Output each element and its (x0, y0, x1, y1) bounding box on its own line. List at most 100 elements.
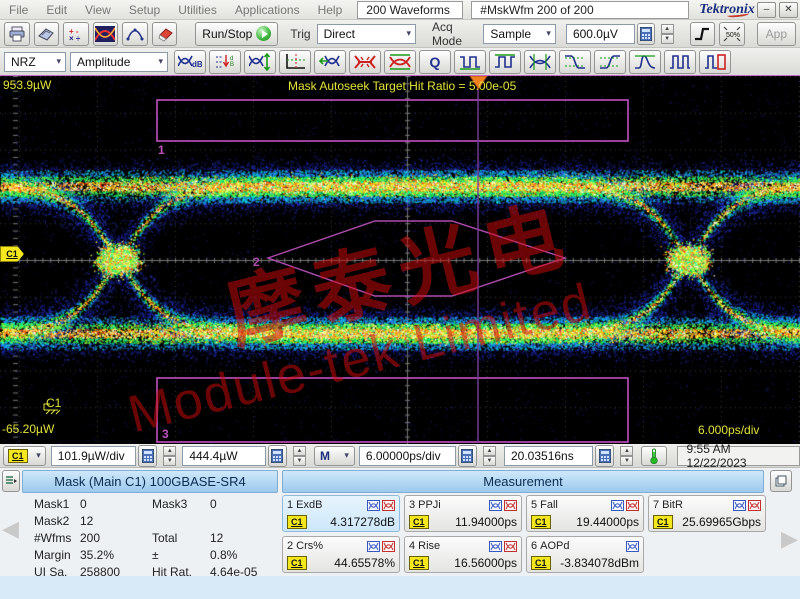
spin-up-icon[interactable]: ▲ (483, 446, 496, 456)
meas-pulse-train-button[interactable] (664, 50, 696, 74)
trigger-slope-button[interactable] (690, 22, 716, 46)
save-button[interactable] (34, 22, 60, 46)
meas-eye-blue-icon[interactable] (611, 500, 624, 511)
measurement-tile-bitr[interactable]: 7 BitR C1 25.69965Gbps (648, 495, 766, 532)
menu-utilities[interactable]: Utilities (169, 3, 226, 17)
menu-setup[interactable]: Setup (120, 3, 169, 17)
horizontal-scale-field[interactable]: 6.00000ps/div (359, 446, 456, 466)
measurement-panel-detach-button[interactable] (770, 470, 792, 492)
meas-source-badge: C1 (409, 515, 429, 529)
mask-test-button[interactable] (93, 22, 119, 46)
chevron-down-icon: ▾ (36, 450, 41, 461)
trigger-level-spinner[interactable]: ▲ ▼ (661, 24, 674, 44)
q-factor-button[interactable]: Q (419, 50, 451, 74)
vertical-offset-field[interactable]: 444.4µW (182, 446, 265, 466)
measurement-tile-aopd[interactable]: 6 AOPd C1 -3.834078dBm (526, 536, 644, 573)
measurement-tile-exdb[interactable]: 1 ExdB C1 4.317278dB (282, 495, 400, 532)
clear-data-button[interactable] (152, 22, 178, 46)
mask-margin-button[interactable] (384, 50, 416, 74)
mask-eye-icon (95, 26, 115, 42)
waveform-database-button[interactable] (122, 22, 148, 46)
meas-eye-red-icon[interactable] (382, 500, 395, 511)
meas-eye-red-icon[interactable] (382, 541, 395, 552)
meas-positive-pulse-button[interactable] (489, 50, 521, 74)
spin-down-icon[interactable]: ▼ (620, 456, 633, 466)
meas-eye-red-icon[interactable] (626, 500, 639, 511)
vertical-offset-spinner[interactable]: ▲ ▼ (293, 446, 306, 466)
app-button[interactable]: App (757, 22, 796, 46)
spin-up-icon[interactable]: ▲ (661, 24, 674, 34)
menu-view[interactable]: View (76, 3, 120, 17)
meas-eye-width-button[interactable] (524, 50, 556, 74)
meas-rise-time-button[interactable] (594, 50, 626, 74)
dark-level-calibration-button[interactable]: dB (209, 50, 241, 74)
timebase-select[interactable]: M ▾ (314, 446, 355, 466)
measurement-tile-fall[interactable]: 5 Fall C1 19.44000ps (526, 495, 644, 532)
vertical-eye-autoset-button[interactable] (244, 50, 276, 74)
waveform-display[interactable]: 摩泰光电 Module-tek Limited 1 2 3 953.9µW Ma… (0, 76, 800, 444)
horizontal-eye-autoset-button[interactable] (314, 50, 346, 74)
meas-eye-red-icon[interactable] (504, 541, 517, 552)
meas-eye-blue-icon[interactable] (489, 541, 502, 552)
expand-panel-arrow[interactable]: ▶ (781, 526, 798, 552)
measurement-tile-crs[interactable]: 2 Crs% C1 44.65578% (282, 536, 400, 573)
vertical-scale-field[interactable]: 101.9µW/div (51, 446, 136, 466)
trigger-level-field[interactable]: 600.0µV (566, 24, 635, 44)
measurement-tile-ppji[interactable]: 3 PPJi C1 11.94000ps (404, 495, 522, 532)
meas-eye-blue-icon[interactable] (626, 541, 639, 552)
close-button[interactable]: ✕ (779, 2, 798, 18)
cursor-axes-button[interactable] (279, 50, 311, 74)
collapse-panel-arrow[interactable]: ◀ (2, 516, 19, 542)
vertical-scale-keypad-button[interactable] (138, 445, 157, 467)
measurement-tile-rise[interactable]: 4 Rise C1 16.56000ps (404, 536, 522, 573)
menu-edit[interactable]: Edit (37, 3, 76, 17)
spin-down-icon[interactable]: ▼ (483, 456, 496, 466)
horizontal-delay-field[interactable]: 20.03516ns (504, 446, 593, 466)
channel-select[interactable]: C1 ▾ (3, 446, 46, 466)
spin-down-icon[interactable]: ▼ (661, 34, 674, 44)
meas-eye-red-icon[interactable] (504, 500, 517, 511)
vertical-scale-spinner[interactable]: ▲ ▼ (163, 446, 176, 466)
meas-eye-blue-icon[interactable] (367, 541, 380, 552)
fall-time-icon (564, 53, 586, 71)
meas-fall-time-button[interactable] (559, 50, 591, 74)
spin-down-icon[interactable]: ▼ (163, 456, 176, 466)
temperature-status-button[interactable] (641, 446, 666, 466)
math-button[interactable]: + - × ÷ (63, 22, 89, 46)
meas-eye-blue-icon[interactable] (367, 500, 380, 511)
meas-eye-blue-icon[interactable] (733, 500, 746, 511)
panel-menu-button[interactable] (2, 470, 20, 492)
signal-type-select[interactable]: NRZ ▾ (4, 52, 66, 72)
menu-help[interactable]: Help (309, 3, 352, 17)
menu-file[interactable]: File (0, 3, 37, 17)
horizontal-delay-spinner[interactable]: ▲ ▼ (620, 446, 633, 466)
spin-up-icon[interactable]: ▲ (293, 446, 306, 456)
measurement-panel-header[interactable]: Measurement (282, 470, 764, 493)
spin-up-icon[interactable]: ▲ (163, 446, 176, 456)
meas-overshoot-button[interactable] (629, 50, 661, 74)
horizontal-scale-spinner[interactable]: ▲ ▼ (483, 446, 496, 466)
trigger-source-select[interactable]: Direct ▾ (317, 24, 416, 44)
meas-negative-pulse-button[interactable] (454, 50, 486, 74)
mask-hits-button[interactable] (349, 50, 381, 74)
meas-bit-pattern-button[interactable] (699, 50, 731, 74)
horizontal-scale-keypad-button[interactable] (458, 445, 477, 467)
meas-source-badge: C1 (287, 515, 307, 529)
spin-down-icon[interactable]: ▼ (293, 456, 306, 466)
mask-panel-header[interactable]: Mask (Main C1) 100GBASE-SR4 (22, 470, 278, 493)
meas-eye-red-icon[interactable] (748, 500, 761, 511)
run-stop-button[interactable]: Run/Stop (195, 22, 278, 46)
menu-applications[interactable]: Applications (226, 3, 309, 17)
set-50-percent-button[interactable]: 50% (719, 22, 745, 46)
spin-up-icon[interactable]: ▲ (620, 446, 633, 456)
acq-mode-select[interactable]: Sample ▾ (483, 24, 556, 44)
trigger-level-keypad-button[interactable] (637, 23, 654, 45)
meas-eye-blue-icon[interactable] (489, 500, 502, 511)
print-button[interactable] (4, 22, 30, 46)
extinction-ratio-button[interactable]: dB (174, 50, 206, 74)
vertical-bottom-scale-label: -65.20µW (2, 422, 54, 436)
meas-category-select[interactable]: Amplitude ▾ (70, 52, 168, 72)
horizontal-delay-keypad-button[interactable] (595, 445, 614, 467)
minimize-button[interactable]: – (757, 2, 776, 18)
vertical-offset-keypad-button[interactable] (268, 445, 287, 467)
